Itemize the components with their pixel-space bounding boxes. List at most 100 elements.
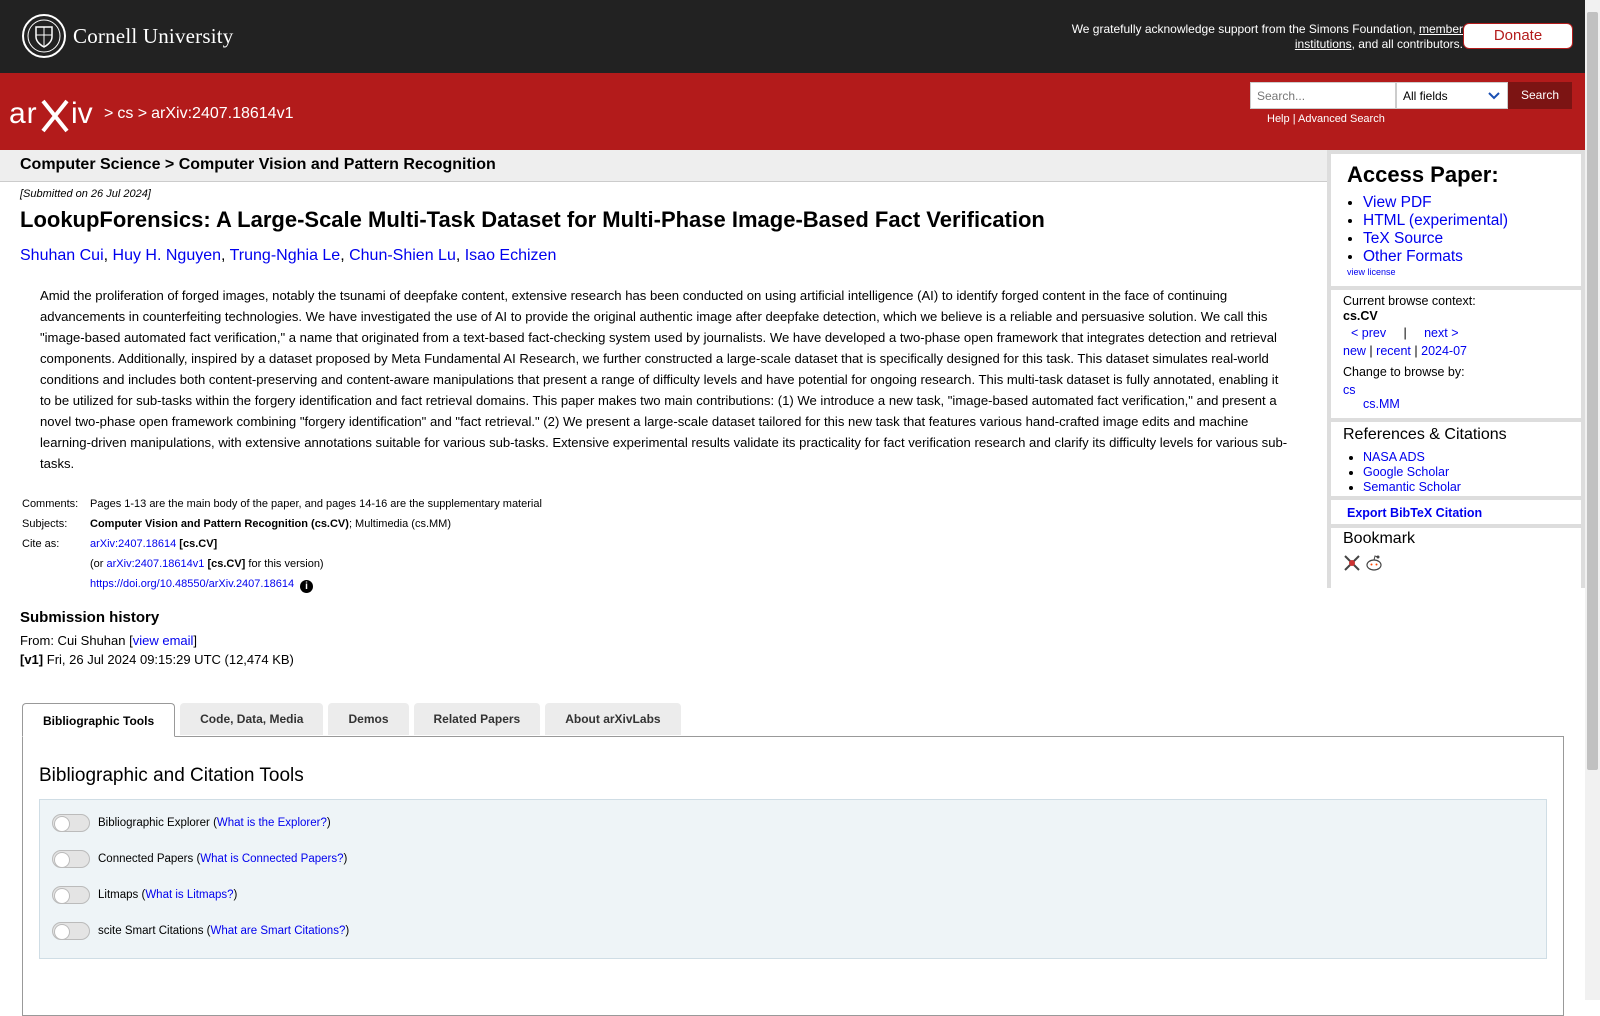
view-license-link[interactable]: view license bbox=[1347, 267, 1396, 277]
submission-history-heading: Submission history bbox=[20, 609, 160, 626]
tool-row-explorer: Bibliographic Explorer (What is the Expl… bbox=[52, 814, 331, 832]
tool-help-link[interactable]: What is Connected Papers? bbox=[200, 853, 343, 865]
author-link[interactable]: Huy H. Nguyen bbox=[113, 247, 222, 264]
cornell-seal-icon bbox=[22, 14, 66, 58]
tab-about-arxivlabs[interactable]: About arXivLabs bbox=[545, 703, 681, 735]
metadata-table: Comments: Pages 1-13 are the main body o… bbox=[20, 498, 544, 601]
cite-version: (or arXiv:2407.18614v1 [cs.CV] for this … bbox=[90, 558, 324, 570]
svg-text:ar: ar bbox=[9, 97, 38, 130]
connected-papers-toggle[interactable] bbox=[52, 850, 90, 868]
search-input[interactable]: Search... bbox=[1250, 82, 1396, 109]
arxiv-header: ar iv > cs > arXiv:2407.18614v1 Search... … bbox=[0, 73, 1585, 150]
help-link[interactable]: Help bbox=[1267, 113, 1290, 125]
references-list: NASA ADS Google Scholar Semantic Scholar bbox=[1347, 450, 1461, 495]
bibsonomy-icon[interactable] bbox=[1343, 554, 1361, 572]
access-links: View PDF HTML (experimental) TeX Source … bbox=[1347, 194, 1508, 266]
tool-help-link[interactable]: What are Smart Citations? bbox=[210, 925, 345, 937]
tools-box: Bibliographic Explorer (What is the Expl… bbox=[39, 799, 1547, 959]
chevron-down-icon bbox=[1488, 92, 1500, 100]
divider bbox=[1331, 496, 1581, 500]
right-sidebar: Access Paper: View PDF HTML (experimenta… bbox=[1327, 150, 1585, 644]
cite-id-link[interactable]: arXiv:2407.18614 bbox=[90, 538, 176, 550]
breadcrumb-sep: > bbox=[104, 105, 114, 122]
breadcrumb-cs[interactable]: cs bbox=[117, 105, 133, 122]
arxiv-logo-icon: ar iv bbox=[9, 97, 93, 133]
browse-context-value: cs.CV bbox=[1343, 309, 1378, 323]
tool-help-link[interactable]: What is Litmaps? bbox=[145, 889, 233, 901]
tab-panel: Bibliographic and Citation Tools Bibliog… bbox=[22, 736, 1564, 1016]
tool-row-connected-papers: Connected Papers (What is Connected Pape… bbox=[52, 850, 347, 868]
semantic-scholar-link[interactable]: Semantic Scholar bbox=[1363, 480, 1461, 494]
subject-path: Computer Science > Computer Vision and P… bbox=[20, 156, 496, 173]
doi-row: https://doi.org/10.48550/arXiv.2407.1861… bbox=[88, 578, 544, 601]
search-field-select[interactable]: All fields bbox=[1396, 82, 1508, 109]
cite-as-value: arXiv:2407.18614 [cs.CV] bbox=[88, 538, 544, 558]
export-bibtex-link[interactable]: Export BibTeX Citation bbox=[1347, 506, 1482, 520]
other-formats-link[interactable]: Other Formats bbox=[1363, 248, 1463, 265]
info-icon[interactable]: i bbox=[300, 580, 314, 593]
author-link[interactable]: Trung-Nghia Le bbox=[230, 247, 341, 264]
primary-subject: Computer Vision and Pattern Recognition … bbox=[90, 518, 349, 530]
tab-demos[interactable]: Demos bbox=[328, 703, 409, 735]
view-email-link[interactable]: view email bbox=[133, 633, 194, 648]
doi-link[interactable]: https://doi.org/10.48550/arXiv.2407.1861… bbox=[90, 578, 294, 590]
tools-title: Bibliographic and Citation Tools bbox=[39, 765, 304, 786]
divider bbox=[1331, 524, 1581, 528]
nasa-ads-link[interactable]: NASA ADS bbox=[1363, 450, 1425, 464]
page-scrollbar[interactable] bbox=[1585, 0, 1600, 1000]
reddit-icon[interactable] bbox=[1365, 554, 1383, 572]
tab-code-data-media[interactable]: Code, Data, Media bbox=[180, 703, 324, 735]
author-link[interactable]: Shuhan Cui bbox=[20, 247, 104, 264]
view-pdf-link[interactable]: View PDF bbox=[1363, 194, 1432, 211]
bookmark-icons bbox=[1343, 554, 1383, 572]
abstract: Amid the proliferation of forged images,… bbox=[40, 288, 1288, 471]
tool-label: Bibliographic Explorer bbox=[98, 817, 210, 829]
access-paper-box: Access Paper: View PDF HTML (experimenta… bbox=[1331, 154, 1581, 286]
browse-cs-link[interactable]: cs bbox=[1343, 383, 1356, 397]
search-field-value: All fields bbox=[1403, 89, 1448, 103]
subjects-label: Subjects: bbox=[22, 518, 68, 530]
cornell-wordmark: Cornell University bbox=[73, 23, 234, 48]
svg-text:iv: iv bbox=[71, 97, 93, 130]
scrollbar-thumb[interactable] bbox=[1587, 12, 1598, 770]
other-subjects: ; Multimedia (cs.MM) bbox=[348, 518, 451, 530]
author-link[interactable]: Isao Echizen bbox=[465, 247, 557, 264]
prev-next-row: < prev | next > bbox=[1351, 326, 1459, 340]
bibliographic-explorer-toggle[interactable] bbox=[52, 814, 90, 832]
tool-row-scite: scite Smart Citations (What are Smart Ci… bbox=[52, 922, 349, 940]
help-links: Help | Advanced Search bbox=[1267, 113, 1385, 125]
tab-related-papers[interactable]: Related Papers bbox=[413, 703, 541, 735]
month-link[interactable]: 2024-07 bbox=[1421, 344, 1467, 358]
html-experimental-link[interactable]: HTML (experimental) bbox=[1363, 212, 1508, 229]
version-label: [v1] bbox=[20, 652, 44, 667]
next-link[interactable]: next > bbox=[1424, 326, 1458, 340]
new-link[interactable]: new bbox=[1343, 344, 1366, 358]
cornell-logo[interactable]: Cornell University bbox=[21, 13, 234, 59]
tool-row-litmaps: Litmaps (What is Litmaps?) bbox=[52, 886, 237, 904]
cornell-banner: Cornell University We gratefully acknowl… bbox=[0, 0, 1585, 73]
prev-link[interactable]: < prev bbox=[1351, 326, 1386, 340]
advanced-search-link[interactable]: Advanced Search bbox=[1298, 113, 1385, 125]
browse-cs-mm-link[interactable]: cs.MM bbox=[1363, 397, 1400, 411]
version-date: Fri, 26 Jul 2024 09:15:29 UTC (12,474 KB… bbox=[46, 652, 294, 667]
paper-title: LookupForensics: A Large-Scale Multi-Tas… bbox=[20, 207, 1045, 232]
comments-value: Pages 1-13 are the main body of the pape… bbox=[90, 498, 542, 510]
arxiv-logo[interactable]: ar iv bbox=[9, 95, 99, 140]
litmaps-toggle[interactable] bbox=[52, 886, 90, 904]
google-scholar-link[interactable]: Google Scholar bbox=[1363, 465, 1449, 479]
version-entry: [v1] Fri, 26 Jul 2024 09:15:29 UTC (12,4… bbox=[20, 652, 294, 667]
scite-toggle[interactable] bbox=[52, 922, 90, 940]
recent-link[interactable]: recent bbox=[1376, 344, 1411, 358]
bookmark-heading: Bookmark bbox=[1343, 530, 1416, 547]
tex-source-link[interactable]: TeX Source bbox=[1363, 230, 1443, 247]
tool-label: Connected Papers bbox=[98, 853, 194, 865]
search-button[interactable]: Search bbox=[1508, 82, 1572, 109]
breadcrumb: > cs > arXiv:2407.18614v1 bbox=[104, 105, 297, 123]
tool-help-link[interactable]: What is the Explorer? bbox=[217, 817, 327, 829]
cite-version-link[interactable]: arXiv:2407.18614v1 bbox=[107, 558, 205, 570]
author-link[interactable]: Chun-Shien Lu bbox=[349, 247, 456, 264]
tool-label: scite Smart Citations bbox=[98, 925, 204, 937]
tab-bibliographic-tools[interactable]: Bibliographic Tools bbox=[22, 703, 176, 737]
donate-button[interactable]: Donate bbox=[1463, 23, 1573, 49]
breadcrumb-sep: > bbox=[137, 105, 148, 122]
